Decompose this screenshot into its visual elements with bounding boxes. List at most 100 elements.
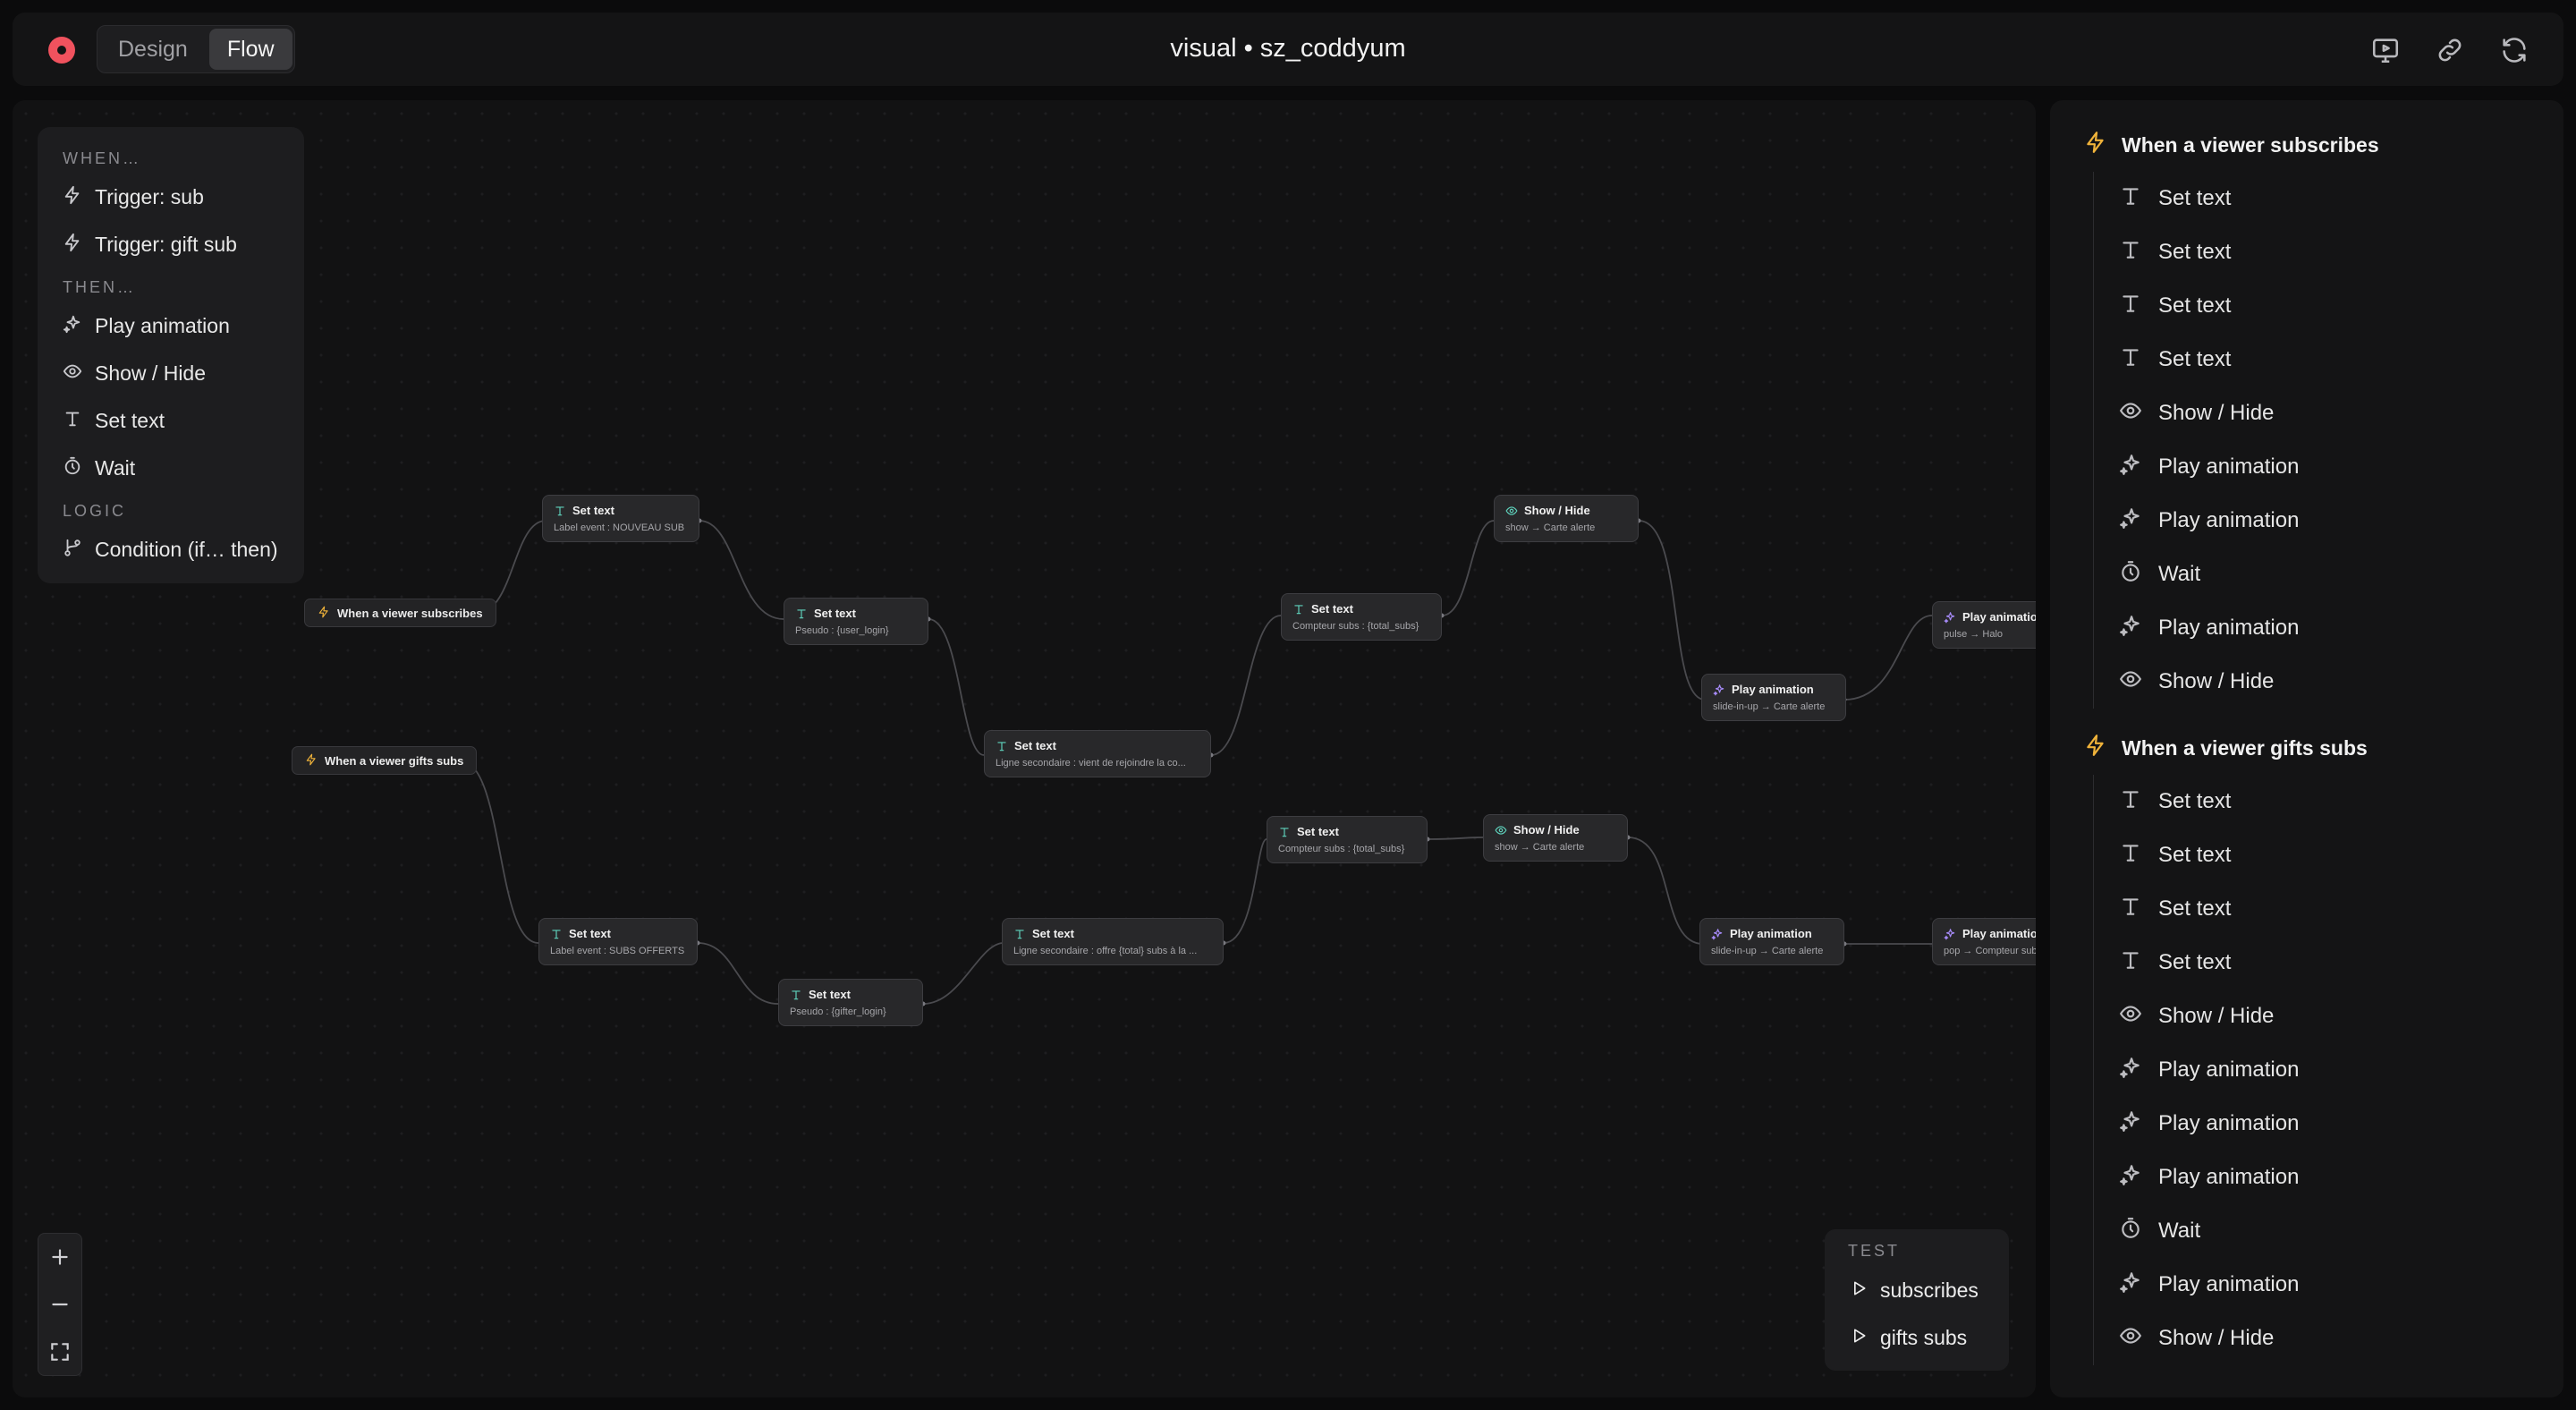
flow-node[interactable]: Set text Label event : SUBS OFFERTS	[538, 918, 698, 965]
branch-icon	[63, 538, 82, 563]
tab-flow[interactable]: Flow	[208, 29, 292, 70]
outline-item[interactable]: Set text	[2094, 279, 2563, 333]
outline-item[interactable]: Play animation	[2094, 601, 2563, 655]
bolt-icon	[2084, 734, 2107, 762]
outline-item[interactable]: Set text	[2094, 172, 2563, 225]
palette-item-condition[interactable]: Condition (if… then)	[38, 526, 304, 573]
text-icon	[795, 607, 808, 620]
flow-node[interactable]: Set text Ligne secondaire : offre {total}…	[1002, 918, 1224, 965]
flow-node[interactable]: Play animation slide-in-up → Carte alerte	[1699, 918, 1844, 965]
top-bar: Design Flow visual • sz_coddyum	[13, 13, 2563, 86]
test-panel: TEST subscribes gifts subs	[1825, 1229, 2009, 1371]
outline-item[interactable]: Wait	[2094, 1204, 2563, 1258]
sparkle-icon	[2119, 1163, 2142, 1193]
outline-item-label: Set text	[2158, 293, 2232, 318]
outline-group-list: Set text Set text Set text Set text Show / H…	[2093, 775, 2563, 1365]
zoom-out-icon[interactable]	[38, 1281, 81, 1329]
flow-outline-panel: When a viewer subscribes Set text Set text…	[2050, 100, 2563, 1397]
outline-item-label: Set text	[2158, 896, 2232, 921]
outline-item-label: Set text	[2158, 347, 2232, 371]
palette-item-trigger-sub[interactable]: Trigger: sub	[38, 174, 304, 221]
zoom-in-icon[interactable]	[38, 1234, 81, 1281]
outline-item-label: Play animation	[2158, 454, 2300, 479]
eye-icon	[1495, 824, 1507, 837]
node-palette: WHEN… Trigger: sub Trigger: gift sub THE…	[38, 127, 304, 583]
node-subtitle: Pseudo : {user_login}	[795, 625, 889, 636]
outline-item-label: Play animation	[2158, 1272, 2300, 1296]
outline-item[interactable]: Play animation	[2094, 1258, 2563, 1312]
outline-item[interactable]: Set text	[2094, 936, 2563, 990]
palette-heading-then: THEN…	[63, 277, 136, 296]
outline-item[interactable]: Play animation	[2094, 1043, 2563, 1097]
palette-item-play-animation[interactable]: Play animation	[38, 302, 304, 350]
node-title: Show / Hide	[1513, 823, 1580, 837]
flow-node[interactable]: Set text Ligne secondaire : vient de rejo…	[984, 730, 1211, 777]
flow-node[interactable]: Set text Compteur subs : {total_subs}	[1281, 593, 1442, 641]
outline-item[interactable]: Set text	[2094, 828, 2563, 882]
outline-item-label: Play animation	[2158, 1111, 2300, 1135]
flow-node[interactable]: Play animation slide-in-up → Carte alerte	[1701, 674, 1846, 721]
outline-item[interactable]: Set text	[2094, 775, 2563, 828]
outline-item[interactable]: Show / Hide	[2094, 386, 2563, 440]
test-gifts-subs-button[interactable]: gifts subs	[1825, 1314, 2009, 1362]
record-icon[interactable]	[48, 37, 75, 64]
flow-node[interactable]: Play animation pop → Compteur subs	[1932, 918, 2036, 965]
outline-item[interactable]: Show / Hide	[2094, 1312, 2563, 1365]
palette-heading-logic: LOGIC	[63, 501, 127, 520]
mode-switch: Design Flow	[97, 25, 295, 73]
flow-node[interactable]: Show / Hide show → Carte alerte	[1494, 495, 1639, 542]
outline-item[interactable]: Set text	[2094, 882, 2563, 936]
text-icon	[554, 505, 566, 517]
palette-item-wait[interactable]: Wait	[38, 445, 304, 492]
outline-item[interactable]: Set text	[2094, 333, 2563, 386]
palette-item-label: Show / Hide	[95, 361, 207, 385]
outline-item[interactable]: Set text	[2094, 225, 2563, 279]
outline-group-heading[interactable]: When a viewer subscribes	[2050, 127, 2563, 163]
palette-item-show-hide[interactable]: Show / Hide	[38, 350, 304, 397]
outline-group-title: When a viewer gifts subs	[2122, 735, 2368, 760]
palette-item-trigger-gift-sub[interactable]: Trigger: gift sub	[38, 221, 304, 268]
outline-group-list: Set text Set text Set text Set text Show / H…	[2093, 172, 2563, 709]
outline-item[interactable]: Show / Hide	[2094, 990, 2563, 1043]
node-subtitle: Label event : SUBS OFFERTS	[550, 946, 685, 956]
flow-node[interactable]: Set text Pseudo : {gifter_login}	[778, 979, 923, 1026]
outline-item[interactable]: Play animation	[2094, 1151, 2563, 1204]
node-title: Set text	[1032, 927, 1074, 940]
eye-icon	[2119, 667, 2142, 697]
node-subtitle: slide-in-up → Carte alerte	[1711, 946, 1824, 956]
link-icon[interactable]	[2435, 35, 2465, 65]
palette-item-label: Trigger: sub	[95, 185, 204, 208]
text-icon	[1292, 603, 1305, 616]
flow-node[interactable]: Set text Compteur subs : {total_subs}	[1267, 816, 1428, 863]
flow-canvas[interactable]: When a viewer subscribes When a viewer g…	[13, 100, 2036, 1397]
tab-design[interactable]: Design	[100, 29, 206, 70]
node-subtitle: Ligne secondaire : vient de rejoindre la…	[996, 758, 1186, 769]
outline-item[interactable]: Show / Hide	[2094, 655, 2563, 709]
outline-item[interactable]: Play animation	[2094, 494, 2563, 548]
outline-item[interactable]: Play animation	[2094, 440, 2563, 494]
flow-node[interactable]: Show / Hide show → Carte alerte	[1483, 814, 1628, 862]
sparkle-icon	[1713, 684, 1725, 696]
flow-node[interactable]: Set text Label event : NOUVEAU SUB	[542, 495, 699, 542]
node-title: Play animation	[1732, 683, 1814, 696]
outline-item[interactable]: Play animation	[2094, 1097, 2563, 1151]
node-title-row: Show / Hide	[1505, 504, 1627, 517]
trigger-node-gifts[interactable]: When a viewer gifts subs	[292, 746, 478, 775]
zoom-controls	[38, 1233, 82, 1376]
outline-item[interactable]: Wait	[2094, 548, 2563, 601]
eye-icon	[2119, 1324, 2142, 1354]
flow-node[interactable]: Play animation pulse → Halo	[1932, 601, 2036, 649]
trigger-node-subscribes[interactable]: When a viewer subscribes	[304, 599, 496, 627]
node-title-row: Set text	[790, 988, 911, 1001]
node-title-row: Play animation	[1944, 610, 2036, 624]
text-icon	[790, 989, 802, 1001]
monitor-icon[interactable]	[2370, 35, 2401, 65]
refresh-icon[interactable]	[2499, 35, 2529, 65]
fit-view-icon[interactable]	[38, 1328, 81, 1375]
outline-group-heading[interactable]: When a viewer gifts subs	[2050, 730, 2563, 766]
test-subscribes-button[interactable]: subscribes	[1825, 1267, 2009, 1314]
outline-item-label: Play animation	[2158, 508, 2300, 532]
palette-item-set-text[interactable]: Set text	[38, 397, 304, 445]
node-subtitle: Compteur subs : {total_subs}	[1292, 621, 1419, 632]
flow-node[interactable]: Set text Pseudo : {user_login}	[784, 598, 928, 645]
